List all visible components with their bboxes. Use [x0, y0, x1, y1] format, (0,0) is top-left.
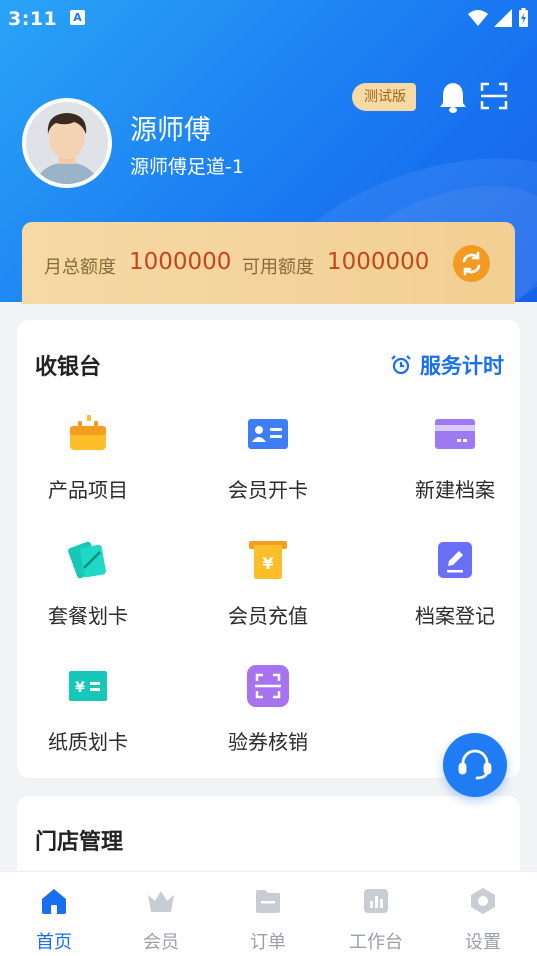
settings-icon	[471, 888, 495, 914]
order-icon	[256, 890, 280, 913]
tab-label: 订单	[250, 932, 286, 953]
bottom-tab-bar: 首页 会员 订单 工作台 设置	[0, 871, 537, 956]
shop-name: 源师傅足道-1	[130, 156, 244, 178]
quota-card: 月总额度 1000000 可用额度 1000000	[22, 222, 515, 304]
service-timer-button[interactable]: 服务计时	[390, 350, 504, 380]
svg-text:¥: ¥	[75, 680, 85, 696]
member-card-icon	[246, 412, 290, 456]
grid-item-new-record[interactable]: 新建档案	[375, 412, 535, 503]
headset-icon	[458, 749, 492, 780]
grid-item-label: 档案登记	[415, 604, 495, 628]
edit-record-icon	[433, 538, 477, 582]
refresh-icon	[462, 251, 481, 276]
status-bar: 3:11 A	[0, 0, 537, 38]
svg-text:¥: ¥	[262, 554, 273, 573]
home-icon	[42, 889, 66, 914]
wifi-icon	[468, 10, 488, 26]
tab-settings[interactable]: 设置	[443, 886, 523, 954]
grid-item-product[interactable]: 产品项目	[8, 412, 168, 503]
grid-item-label: 会员开卡	[228, 478, 308, 502]
tab-workbench[interactable]: 工作台	[336, 886, 416, 954]
crown-icon	[148, 891, 174, 912]
user-name: 源师傅	[130, 115, 211, 146]
alarm-clock-icon	[391, 355, 411, 375]
cashier-card: 收银台 服务计时 产品项目 会员开卡 新建档案 套餐划卡 ¥ 会员充值 档案登记…	[17, 320, 520, 778]
grid-item-label: 纸质划卡	[48, 730, 128, 754]
tab-home[interactable]: 首页	[14, 886, 94, 954]
available-quota-value: 1000000	[327, 249, 430, 275]
grid-item-label: 验券核销	[228, 730, 308, 754]
grid-item-coupon-verify[interactable]: 验券核销	[188, 664, 348, 755]
monthly-quota-label: 月总额度	[44, 257, 116, 278]
grid-item-paper-card[interactable]: ¥ 纸质划卡	[8, 664, 168, 755]
notification-a-icon: A	[70, 10, 85, 25]
paper-ticket-icon: ¥	[66, 664, 110, 708]
recharge-icon: ¥	[246, 538, 290, 582]
grid-item-member-card[interactable]: 会员开卡	[188, 412, 348, 503]
basket-icon	[66, 412, 110, 456]
service-timer-label: 服务计时	[420, 354, 504, 378]
package-card-icon	[66, 538, 110, 582]
customer-service-button[interactable]	[443, 733, 507, 797]
tab-member[interactable]: 会员	[121, 886, 201, 954]
store-management-title: 门店管理	[35, 830, 124, 855]
tab-order[interactable]: 订单	[228, 886, 308, 954]
grid-item-label: 产品项目	[48, 478, 128, 502]
grid-item-label: 新建档案	[415, 478, 495, 502]
battery-icon	[519, 8, 528, 27]
grid-item-label: 套餐划卡	[48, 604, 128, 628]
scan-coupon-icon	[246, 664, 290, 708]
tab-label: 工作台	[349, 932, 403, 953]
scan-icon[interactable]	[480, 82, 508, 110]
available-quota-label: 可用额度	[242, 257, 314, 278]
status-time: 3:11	[8, 8, 58, 30]
grid-item-recharge[interactable]: ¥ 会员充值	[188, 538, 348, 629]
tab-label: 首页	[36, 932, 72, 953]
monthly-quota-value: 1000000	[129, 249, 232, 275]
bell-icon[interactable]	[437, 80, 469, 114]
chart-icon	[364, 889, 388, 913]
grid-item-label: 会员充值	[228, 604, 308, 628]
cashier-title: 收银台	[35, 355, 102, 380]
signal-icon	[494, 9, 512, 27]
avatar[interactable]	[22, 98, 112, 188]
tab-label: 会员	[143, 932, 179, 953]
test-version-badge: 测试版	[352, 83, 416, 111]
grid-item-record-register[interactable]: 档案登记	[375, 538, 535, 629]
grid-item-package[interactable]: 套餐划卡	[8, 538, 168, 629]
card-icon	[433, 412, 477, 456]
tab-label: 设置	[465, 932, 501, 953]
refresh-button[interactable]	[453, 245, 490, 282]
